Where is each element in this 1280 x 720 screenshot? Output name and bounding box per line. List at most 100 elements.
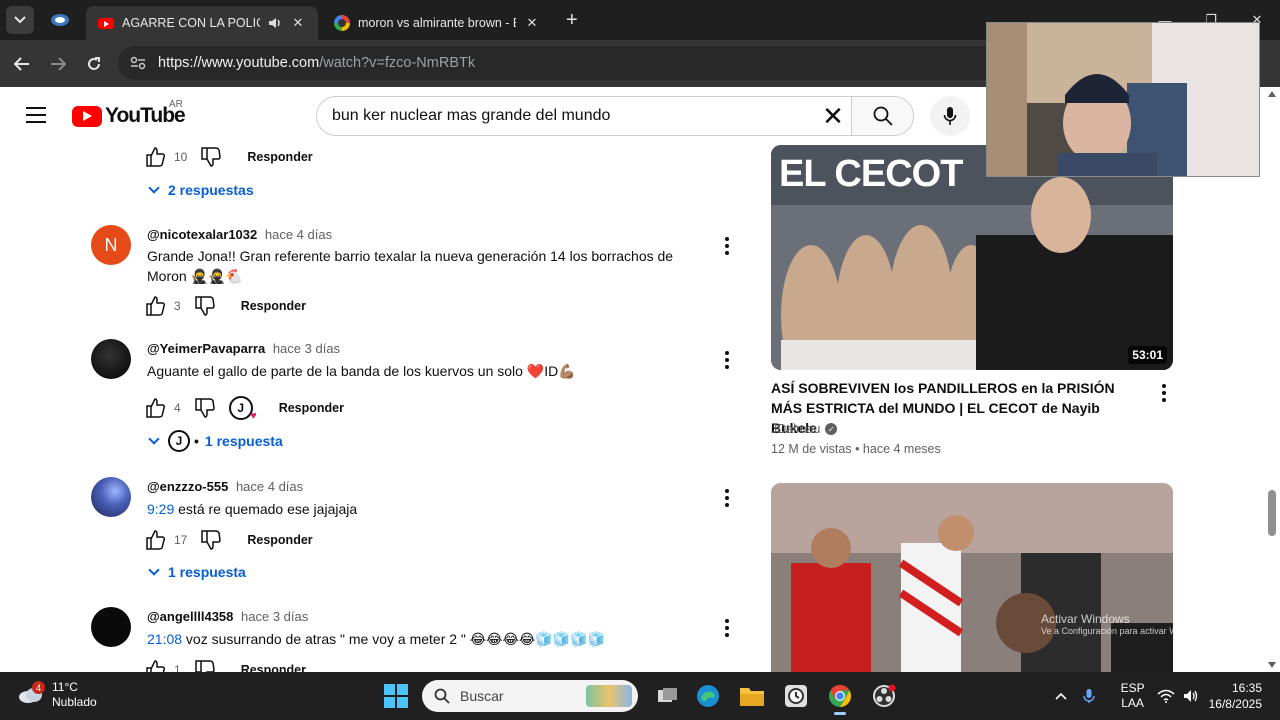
task-view-icon[interactable] bbox=[652, 680, 684, 712]
reply-button[interactable]: Responder bbox=[241, 663, 306, 672]
taskbar-search[interactable]: Buscar bbox=[422, 680, 638, 712]
youtube-logo[interactable]: YouTube bbox=[72, 104, 186, 128]
view-replies-button[interactable]: J • 1 respuesta bbox=[148, 430, 283, 452]
video-channel[interactable]: JDalmau ✓ bbox=[771, 422, 838, 436]
comment-author[interactable]: @YeimerPavaparra bbox=[147, 341, 265, 356]
timestamp-link[interactable]: 21:08 bbox=[147, 631, 182, 647]
dot-separator: • bbox=[194, 433, 199, 449]
chrome-icon[interactable] bbox=[824, 680, 856, 715]
comment-author[interactable]: @nicotexalar1032 bbox=[147, 227, 257, 242]
reply-button[interactable]: Responder bbox=[247, 150, 312, 164]
thumbs-down-icon[interactable] bbox=[201, 530, 222, 550]
comment-time[interactable]: hace 3 días bbox=[273, 341, 340, 356]
chevron-up-icon[interactable] bbox=[1055, 692, 1067, 700]
search-button[interactable] bbox=[851, 97, 913, 135]
scroll-down-icon[interactable] bbox=[1268, 662, 1276, 668]
like-button[interactable]: 4 bbox=[146, 398, 181, 418]
wifi-icon[interactable] bbox=[1157, 689, 1175, 703]
like-count: 1 bbox=[174, 663, 181, 672]
taskbar-clock[interactable]: 16:35 16/8/2025 bbox=[1209, 680, 1262, 712]
video-thumbnail[interactable]: EL CECOT 53:01 bbox=[771, 145, 1173, 370]
microphone-icon[interactable] bbox=[1082, 688, 1095, 704]
menu-icon[interactable] bbox=[26, 107, 46, 123]
search-input[interactable]: bun ker nuclear mas grande del mundo bbox=[317, 107, 815, 125]
thumbs-up-icon bbox=[146, 398, 166, 418]
thumbnail-title: EL CECOT bbox=[779, 153, 963, 195]
pinned-tab[interactable] bbox=[46, 8, 74, 32]
thumbs-down-icon[interactable] bbox=[194, 296, 215, 316]
replies-count: 1 respuesta bbox=[168, 564, 246, 580]
like-count: 17 bbox=[174, 533, 188, 547]
like-button[interactable]: 17 bbox=[146, 530, 187, 550]
more-actions-icon[interactable] bbox=[724, 489, 730, 507]
reply-button[interactable]: Responder bbox=[241, 299, 306, 313]
like-button[interactable]: 3 bbox=[146, 296, 181, 316]
comment-body: voz susurrando de atras " me voy a meter… bbox=[182, 631, 605, 647]
like-count: 4 bbox=[174, 401, 181, 415]
language-indicator[interactable]: ESP LAA bbox=[1121, 681, 1145, 711]
tab-close-icon[interactable]: ✕ bbox=[524, 15, 540, 31]
search-highlight-icon bbox=[586, 685, 632, 707]
more-actions-icon[interactable] bbox=[724, 237, 730, 255]
page-scrollbar[interactable] bbox=[1264, 87, 1280, 672]
tab-inactive[interactable]: moron vs almirante brown - Bu ✕ bbox=[322, 6, 552, 40]
reload-icon[interactable] bbox=[76, 46, 112, 82]
more-actions-icon[interactable] bbox=[1161, 384, 1167, 402]
keyboard-layout: LAA bbox=[1121, 696, 1144, 710]
reply-button[interactable]: Responder bbox=[279, 401, 344, 415]
thumbs-up-icon bbox=[146, 147, 166, 167]
address-bar[interactable]: https://www.youtube.com/watch?v=fzco-NmR… bbox=[118, 46, 1018, 80]
avatar[interactable]: N bbox=[91, 225, 131, 265]
thumbs-down-icon[interactable] bbox=[194, 660, 215, 672]
reply-button[interactable]: Responder bbox=[247, 533, 312, 547]
avatar[interactable] bbox=[91, 339, 131, 379]
comment-time[interactable]: hace 4 días bbox=[265, 227, 332, 242]
speaker-icon[interactable] bbox=[268, 17, 282, 29]
comment-text: 21:08 voz susurrando de atras " me voy a… bbox=[147, 629, 687, 649]
more-actions-icon[interactable] bbox=[724, 619, 730, 637]
comment-author[interactable]: @enzzzo-555 bbox=[147, 479, 228, 494]
tab-close-icon[interactable]: ✕ bbox=[290, 15, 306, 31]
like-button[interactable]: 10 bbox=[146, 147, 187, 167]
windows-start-icon[interactable] bbox=[384, 684, 408, 708]
comment-header: @angellll4358 hace 3 días bbox=[147, 609, 308, 624]
voice-search-button[interactable] bbox=[930, 96, 970, 136]
chevron-down-icon bbox=[148, 181, 160, 194]
weather-widget[interactable]: 4 11°C Nublado bbox=[18, 680, 97, 710]
file-explorer-icon[interactable] bbox=[736, 680, 768, 712]
new-tab-button[interactable]: + bbox=[566, 10, 578, 30]
clear-search-icon[interactable]: ✕ bbox=[815, 101, 851, 132]
taskbar-search-placeholder: Buscar bbox=[460, 688, 504, 704]
back-icon[interactable] bbox=[4, 46, 40, 82]
obs-studio-icon[interactable] bbox=[868, 680, 900, 712]
site-settings-icon[interactable] bbox=[130, 56, 146, 70]
scrollbar-thumb[interactable] bbox=[1268, 490, 1276, 536]
comment-time[interactable]: hace 3 días bbox=[241, 609, 308, 624]
timestamp-link[interactable]: 9:29 bbox=[147, 501, 174, 517]
forward-icon[interactable] bbox=[40, 46, 76, 82]
view-replies-button[interactable]: 1 respuesta bbox=[148, 563, 246, 580]
tab-search-button[interactable] bbox=[6, 6, 34, 34]
region-code: AR bbox=[169, 99, 183, 110]
comment-time[interactable]: hace 4 días bbox=[236, 479, 303, 494]
clock-app-icon[interactable] bbox=[780, 680, 812, 712]
comment-text: Grande Jona!! Gran referente barrio texa… bbox=[147, 248, 674, 284]
video-thumbnail[interactable] bbox=[771, 483, 1173, 672]
scroll-up-icon[interactable] bbox=[1268, 91, 1276, 97]
youtube-favicon-icon bbox=[98, 17, 114, 29]
volume-icon[interactable] bbox=[1183, 689, 1199, 703]
tab-active[interactable]: AGARRE CON LA POLICÍA Y ✕ bbox=[86, 6, 318, 40]
like-count: 3 bbox=[174, 299, 181, 313]
edge-browser-icon[interactable] bbox=[692, 680, 724, 712]
like-button[interactable]: 1 bbox=[146, 660, 181, 672]
avatar[interactable] bbox=[91, 607, 131, 647]
url-text: https://www.youtube.com/watch?v=fzco-NmR… bbox=[158, 55, 475, 71]
view-replies-button[interactable]: 2 respuestas bbox=[148, 181, 254, 198]
comment-header: @enzzzo-555 hace 4 días bbox=[147, 479, 303, 494]
thumbs-down-icon[interactable] bbox=[201, 147, 222, 167]
thumbs-down-icon[interactable] bbox=[194, 398, 215, 418]
comment-author[interactable]: @angellll4358 bbox=[147, 609, 233, 624]
avatar[interactable] bbox=[91, 477, 131, 517]
cloud-icon: 4 bbox=[18, 681, 45, 705]
more-actions-icon[interactable] bbox=[724, 351, 730, 369]
